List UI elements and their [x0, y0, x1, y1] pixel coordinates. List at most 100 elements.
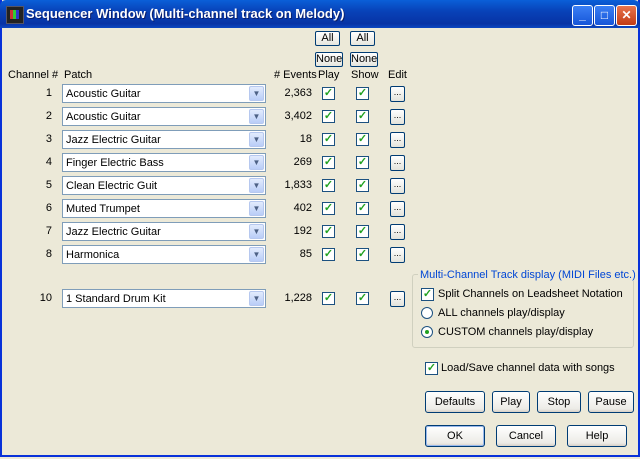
play-none-button[interactable]: None	[315, 52, 343, 67]
patch-value: Harmonica	[66, 249, 120, 261]
patch-value: Clean Electric Guit	[66, 180, 158, 192]
dialog-body: All None All None Channel # Patch # Even…	[2, 28, 638, 455]
event-count: 402	[293, 202, 312, 214]
pause-button[interactable]: Pause	[588, 391, 634, 413]
play-checkbox[interactable]: ✓	[322, 202, 335, 215]
play-checkbox[interactable]: ✓	[322, 248, 335, 261]
show-checkbox[interactable]: ✓	[356, 202, 369, 215]
channel-number: 2	[45, 110, 52, 122]
event-count: 85	[299, 248, 312, 260]
defaults-button[interactable]: Defaults	[425, 391, 485, 413]
custom-channels-radio[interactable]	[421, 326, 433, 338]
edit-button[interactable]: ...	[390, 291, 405, 307]
play-checkbox[interactable]: ✓	[322, 133, 335, 146]
event-count: 18	[299, 133, 312, 145]
patch-select[interactable]: Acoustic Guitar ▼	[62, 84, 266, 103]
patch-select[interactable]: Clean Electric Guit ▼	[62, 176, 266, 195]
event-count: 1,228	[284, 292, 312, 304]
close-button[interactable]: ✕	[616, 5, 637, 26]
show-checkbox[interactable]: ✓	[356, 248, 369, 261]
app-icon	[6, 6, 24, 24]
play-checkbox[interactable]: ✓	[322, 156, 335, 169]
loadsave-label: Load/Save channel data with songs	[441, 362, 615, 374]
play-checkbox[interactable]: ✓	[322, 225, 335, 238]
edit-button[interactable]: ...	[390, 247, 405, 263]
patch-select[interactable]: 1 Standard Drum Kit ▼	[62, 289, 266, 308]
loadsave-checkbox[interactable]: ✓	[425, 362, 438, 375]
edit-button[interactable]: ...	[390, 178, 405, 194]
stop-button[interactable]: Stop	[537, 391, 581, 413]
help-button[interactable]: Help	[567, 425, 627, 447]
cancel-button[interactable]: Cancel	[496, 425, 556, 447]
show-none-button[interactable]: None	[350, 52, 378, 67]
group-title: Multi-Channel Track display (MIDI Files …	[418, 269, 638, 281]
patch-select[interactable]: Jazz Electric Guitar ▼	[62, 222, 266, 241]
edit-button[interactable]: ...	[390, 86, 405, 102]
channel-number: 3	[45, 133, 52, 145]
checkmark-icon: ✓	[357, 87, 368, 99]
play-checkbox[interactable]: ✓	[322, 110, 335, 123]
checkmark-icon: ✓	[323, 133, 334, 145]
channel-number: 10	[39, 292, 52, 304]
all-channels-label: ALL channels play/display	[438, 307, 565, 319]
window-title: Sequencer Window (Multi-channel track on…	[26, 6, 345, 21]
event-count: 2,363	[284, 87, 312, 99]
show-checkbox[interactable]: ✓	[356, 292, 369, 305]
patch-select[interactable]: Muted Trumpet ▼	[62, 199, 266, 218]
patch-select[interactable]: Finger Electric Bass ▼	[62, 153, 266, 172]
checkmark-icon: ✓	[357, 179, 368, 191]
show-checkbox[interactable]: ✓	[356, 110, 369, 123]
patch-value: 1 Standard Drum Kit	[66, 293, 166, 305]
all-channels-radio[interactable]	[421, 307, 433, 319]
split-channels-checkbox[interactable]: ✓	[421, 288, 434, 301]
ok-button[interactable]: OK	[425, 425, 485, 447]
checkmark-icon: ✓	[357, 202, 368, 214]
show-header: Show	[351, 69, 379, 81]
events-header: # Events	[274, 69, 317, 81]
checkmark-icon: ✓	[323, 87, 334, 99]
channel-number: 8	[45, 248, 52, 260]
event-count: 3,402	[284, 110, 312, 122]
edit-button[interactable]: ...	[390, 201, 405, 217]
show-checkbox[interactable]: ✓	[356, 156, 369, 169]
show-all-button[interactable]: All	[350, 31, 375, 46]
patch-select[interactable]: Harmonica ▼	[62, 245, 266, 264]
edit-button[interactable]: ...	[390, 109, 405, 125]
patch-value: Acoustic Guitar	[66, 111, 141, 123]
play-all-button[interactable]: All	[315, 31, 340, 46]
event-count: 1,833	[284, 179, 312, 191]
checkmark-icon: ✓	[323, 179, 334, 191]
patch-header: Patch	[64, 69, 93, 81]
channel-header: Channel #	[8, 69, 59, 81]
minimize-button[interactable]: _	[572, 5, 593, 26]
title-bar[interactable]: Sequencer Window (Multi-channel track on…	[0, 0, 640, 28]
patch-value: Finger Electric Bass	[66, 157, 164, 169]
play-checkbox[interactable]: ✓	[322, 292, 335, 305]
edit-header: Edit	[388, 69, 407, 81]
edit-button[interactable]: ...	[390, 155, 405, 171]
checkmark-icon: ✓	[357, 292, 368, 304]
checkmark-icon: ✓	[323, 248, 334, 260]
play-button[interactable]: Play	[492, 391, 530, 413]
show-checkbox[interactable]: ✓	[356, 87, 369, 100]
channel-number: 4	[45, 156, 52, 168]
event-count: 192	[293, 225, 312, 237]
play-checkbox[interactable]: ✓	[322, 179, 335, 192]
show-checkbox[interactable]: ✓	[356, 179, 369, 192]
patch-select[interactable]: Acoustic Guitar ▼	[62, 107, 266, 126]
edit-button[interactable]: ...	[390, 132, 405, 148]
show-checkbox[interactable]: ✓	[356, 225, 369, 238]
checkmark-icon: ✓	[323, 156, 334, 168]
channel-number: 1	[45, 87, 52, 99]
checkmark-icon: ✓	[357, 110, 368, 122]
channel-number: 6	[45, 202, 52, 214]
maximize-button[interactable]: □	[594, 5, 615, 26]
edit-button[interactable]: ...	[390, 224, 405, 240]
patch-value: Muted Trumpet	[66, 203, 140, 215]
patch-select[interactable]: Jazz Electric Guitar ▼	[62, 130, 266, 149]
play-header: Play	[318, 69, 340, 81]
checkmark-icon: ✓	[357, 248, 368, 260]
channel-number: 5	[45, 179, 52, 191]
show-checkbox[interactable]: ✓	[356, 133, 369, 146]
play-checkbox[interactable]: ✓	[322, 87, 335, 100]
